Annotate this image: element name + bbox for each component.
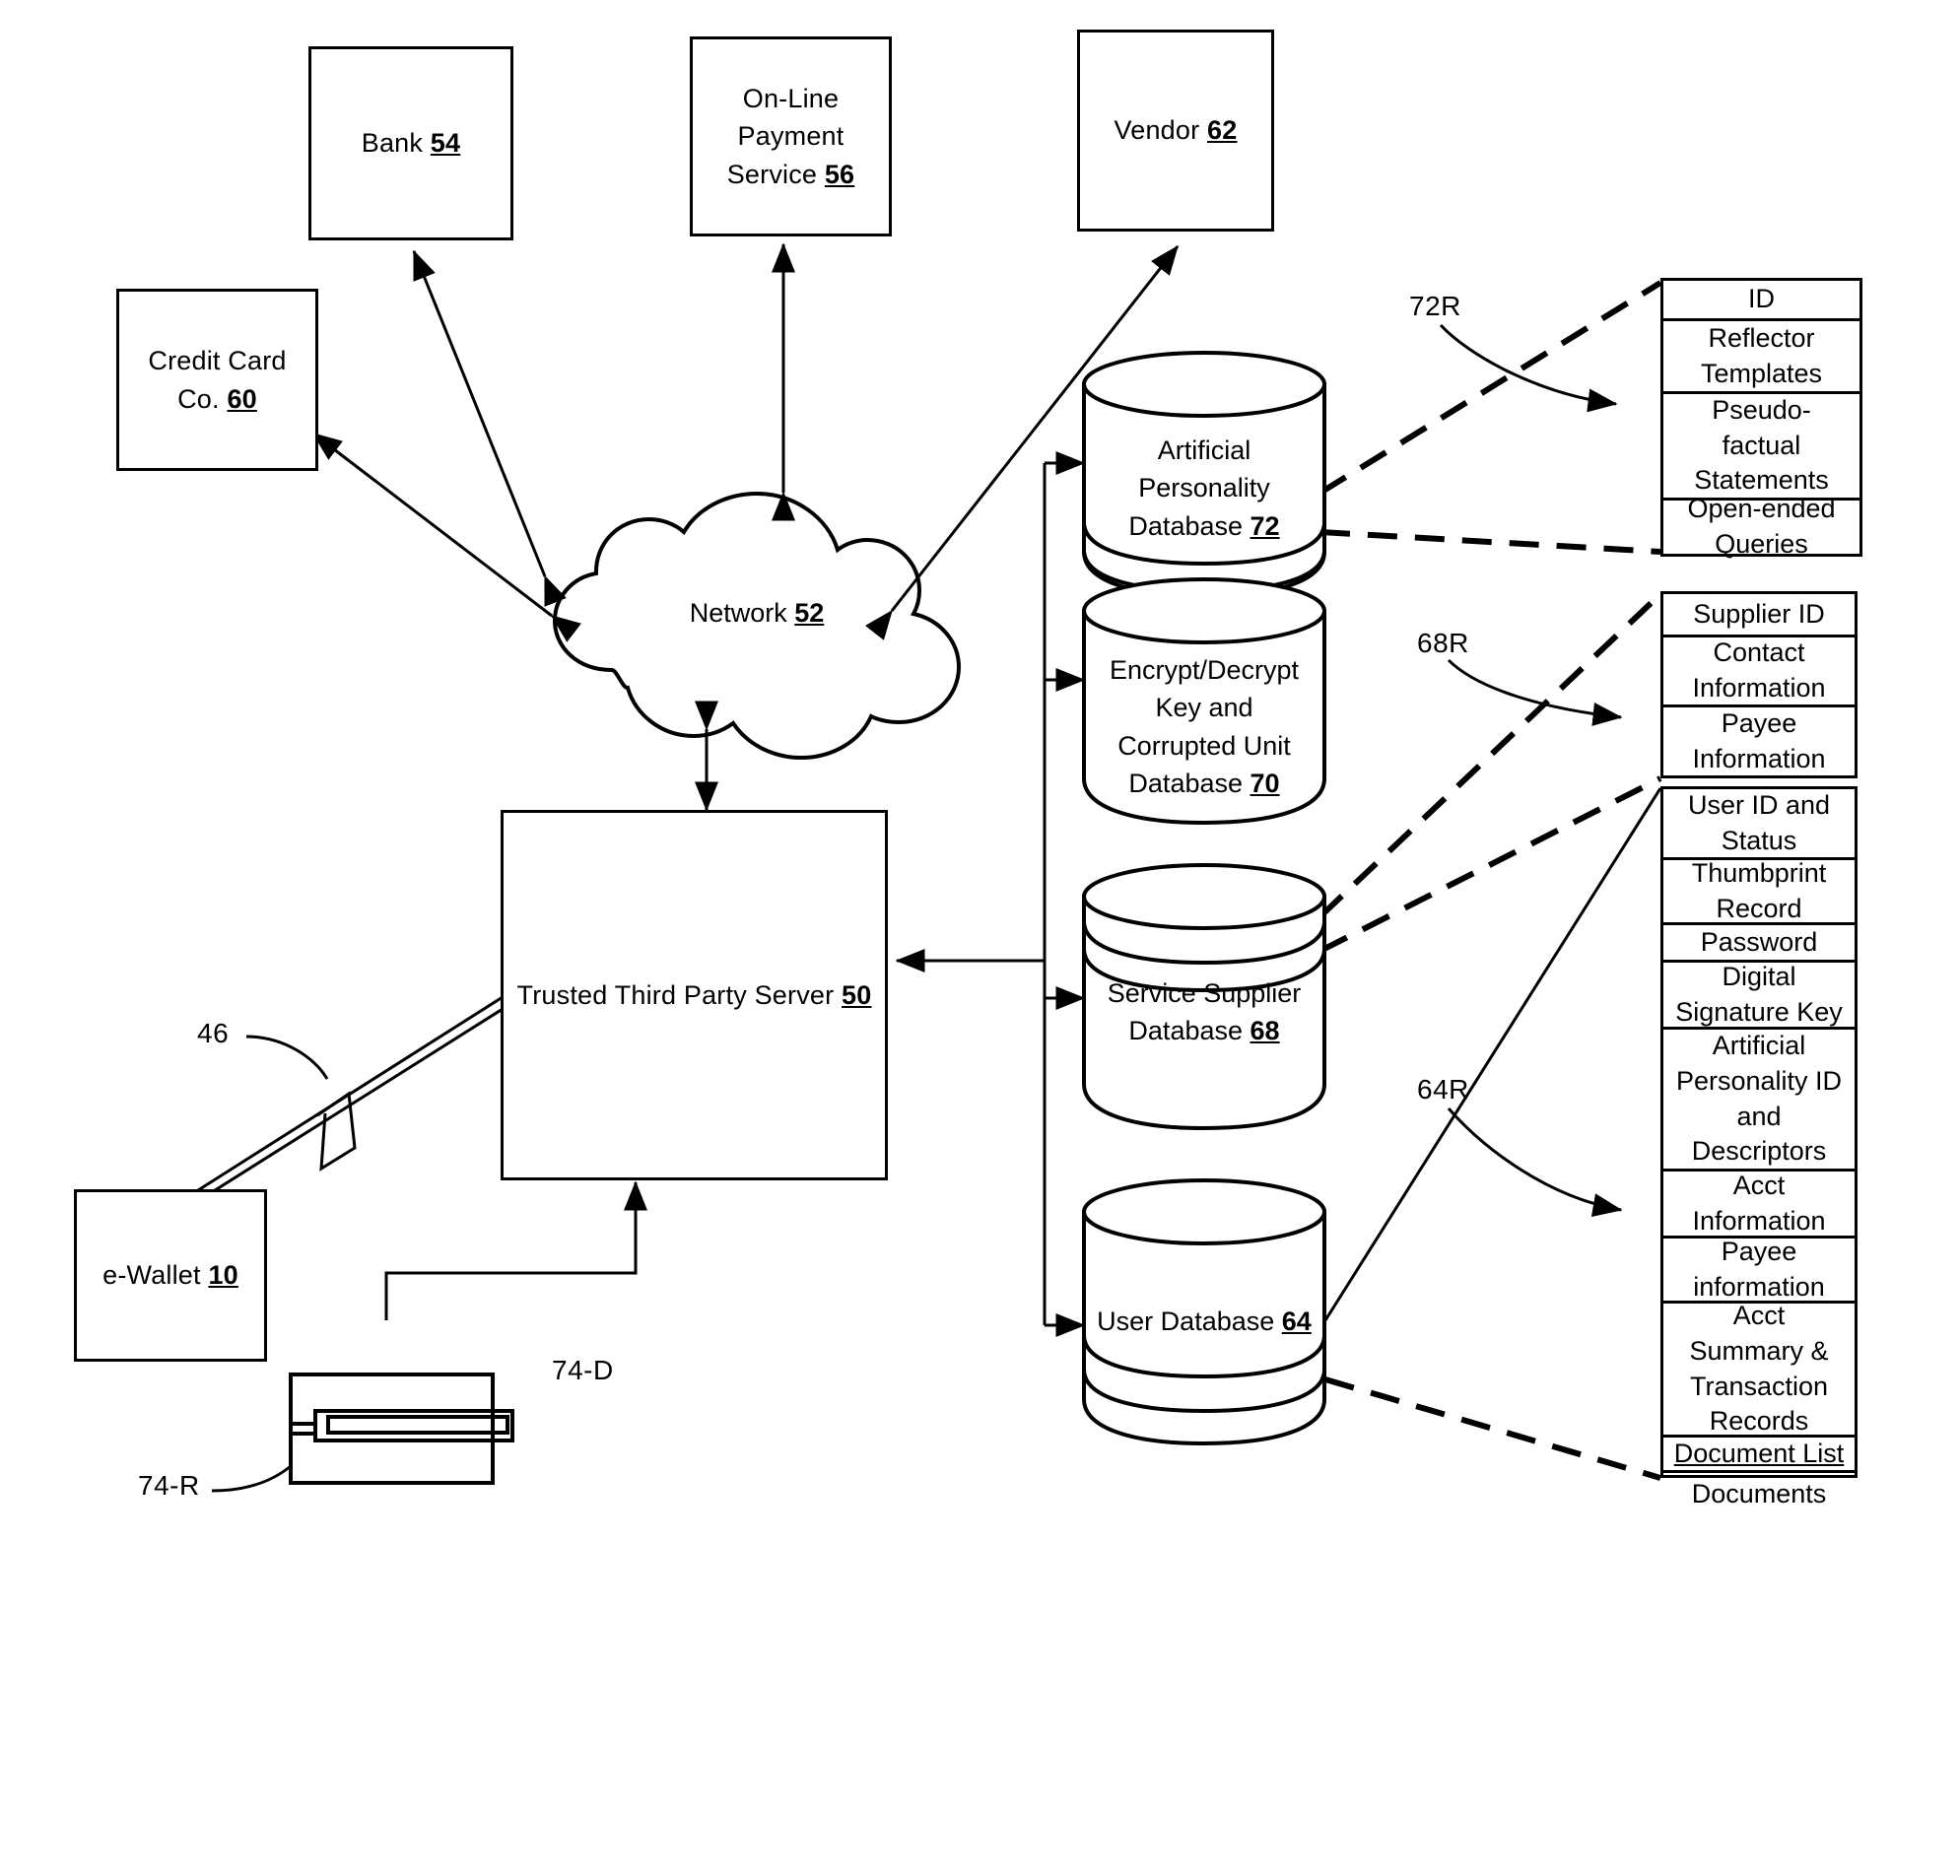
card-reader-device <box>289 1373 514 1485</box>
db-encrypt-decrypt-key[interactable]: Encrypt/Decrypt Key and Corrupted Unit D… <box>1084 636 1324 798</box>
callout-74D: 74-D <box>552 1355 614 1385</box>
node-credit-card-co-label: Credit Card Co. 60 <box>148 346 287 414</box>
node-bank-label: Bank 54 <box>361 128 461 159</box>
node-credit-card-co[interactable]: Credit Card Co. 60 <box>116 289 318 471</box>
wireless-link-bolt <box>186 995 511 1206</box>
table-row: Supplier ID <box>1663 594 1855 637</box>
table-row: Acct Summary & Transaction Records <box>1663 1301 1855 1438</box>
callout-72R: 72R <box>1409 291 1461 321</box>
node-vendor[interactable]: Vendor 62 <box>1077 30 1274 232</box>
expansion-68-upper <box>1318 591 1663 919</box>
table-row: Password <box>1663 925 1855 963</box>
leader-72R <box>1439 323 1618 413</box>
callout-68R: 68R <box>1417 628 1469 658</box>
expansion-72-upper <box>1318 280 1662 496</box>
node-online-payment-service-label: On-Line Payment Service 56 <box>726 84 855 189</box>
callout-46: 46 <box>197 1018 230 1048</box>
node-e-wallet[interactable]: e-Wallet 10 <box>74 1189 267 1362</box>
expansion-72-lower <box>1319 529 1661 555</box>
edge-network-bank <box>412 249 567 607</box>
db-user[interactable]: User Database 64 <box>1084 1301 1324 1355</box>
leader-64R <box>1447 1107 1623 1217</box>
expansion-68-lower <box>1318 775 1662 954</box>
db-service-supplier-label: Service Supplier Database 68 <box>1107 978 1302 1046</box>
table-row: Acct Information <box>1663 1171 1855 1239</box>
table-row: Artificial Personality ID and Descriptor… <box>1663 1030 1855 1172</box>
node-trusted-third-party-server[interactable]: Trusted Third Party Server 50 <box>501 810 888 1180</box>
table-row: Document List <box>1663 1438 1855 1473</box>
leader-74R <box>211 1440 315 1493</box>
record-table-68R[interactable]: Supplier ID Contact Information Payee In… <box>1660 591 1858 778</box>
leader-74D <box>372 1377 494 1421</box>
record-table-72R[interactable]: ID Reflector Templates Pseudo- factual S… <box>1660 278 1862 559</box>
node-online-payment-service[interactable]: On-Line Payment Service 56 <box>690 36 892 236</box>
callout-64R: 64R <box>1417 1074 1469 1105</box>
record-table-64R[interactable]: User ID and Status Thumbprint Record Pas… <box>1660 786 1858 1508</box>
table-row: ID <box>1663 281 1859 321</box>
node-bank[interactable]: Bank 54 <box>308 46 513 240</box>
edge-reader-to-server <box>384 1180 647 1320</box>
table-row: Pseudo- factual Statements <box>1663 394 1859 501</box>
callout-74R: 74-R <box>138 1470 200 1501</box>
table-row: Contact Information <box>1663 637 1855 707</box>
db-user-label: User Database 64 <box>1097 1306 1312 1336</box>
table-row: Payee Information <box>1692 707 1826 773</box>
db-artificial-personality[interactable]: Artificial Personality Database 72 <box>1084 414 1324 542</box>
table-row: Payee information <box>1663 1237 1855 1304</box>
table-row: User ID and Status <box>1663 789 1855 860</box>
table-row: Open-ended Queries <box>1687 494 1836 559</box>
expansion-64-upper <box>1323 787 1662 1321</box>
expansion-64-lower <box>1324 1376 1661 1481</box>
node-trusted-third-party-server-label: Trusted Third Party Server 50 <box>516 979 872 1010</box>
db-artificial-personality-label: Artificial Personality Database 72 <box>1128 436 1280 541</box>
node-network-label: Network 52 <box>689 598 825 628</box>
table-row: Thumbprint Record <box>1663 858 1855 925</box>
db-service-supplier[interactable]: Service Supplier Database 68 <box>1084 971 1324 1059</box>
node-e-wallet-label: e-Wallet 10 <box>102 1260 238 1291</box>
table-row: Documents <box>1691 1479 1827 1509</box>
leader-46 <box>245 1035 329 1080</box>
table-row: Reflector Templates <box>1663 321 1859 394</box>
node-vendor-label: Vendor 62 <box>1114 115 1238 146</box>
edge-network-credit-card <box>311 432 581 642</box>
patent-figure-canvas: Bank 54 On-Line Payment Service 56 Vendo… <box>0 0 1960 1876</box>
leader-68R <box>1447 658 1623 726</box>
db-encrypt-decrypt-key-label: Encrypt/Decrypt Key and Corrupted Unit D… <box>1109 655 1300 798</box>
table-row: Digital Signature Key <box>1663 962 1855 1030</box>
